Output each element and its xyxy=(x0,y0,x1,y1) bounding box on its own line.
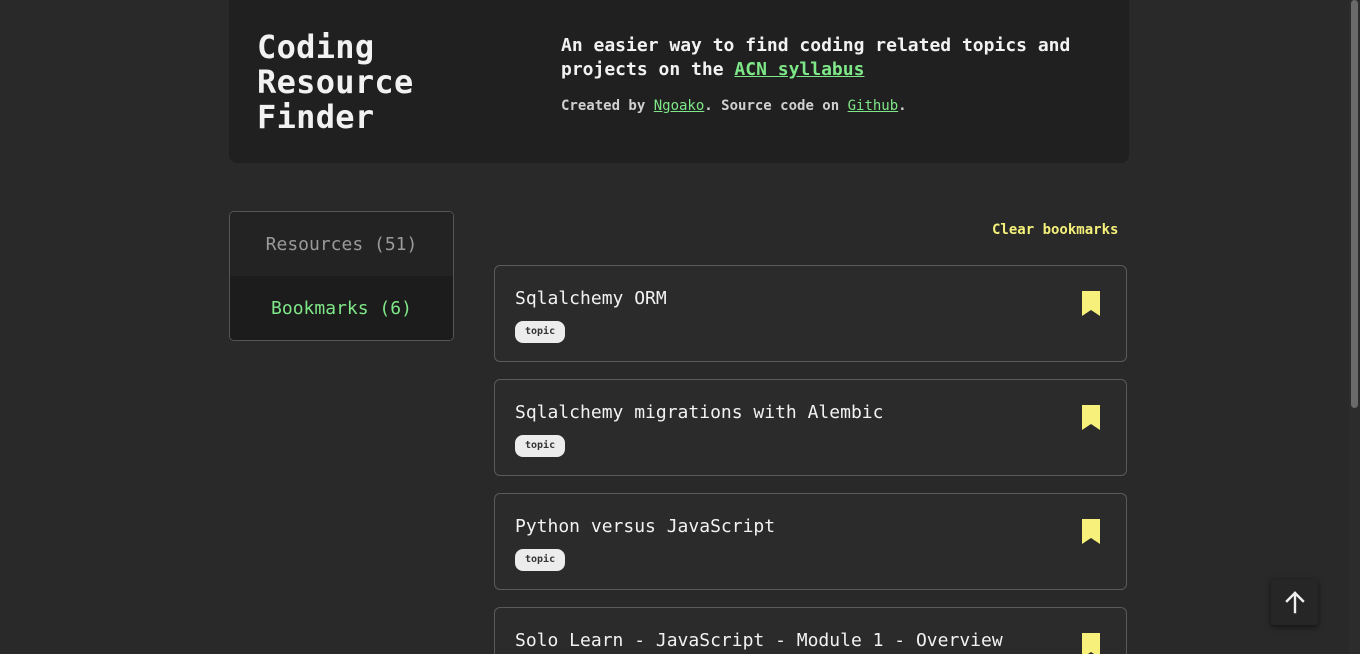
card-title: Solo Learn - JavaScript - Module 1 - Ove… xyxy=(515,630,1003,651)
acn-syllabus-link[interactable]: ACN syllabus xyxy=(734,59,864,80)
bookmark-icon[interactable] xyxy=(1080,632,1102,654)
tab-bookmarks[interactable]: Bookmarks (6) xyxy=(230,276,453,340)
resource-card[interactable]: Solo Learn - JavaScript - Module 1 - Ove… xyxy=(494,607,1127,654)
tag-badge: topic xyxy=(515,321,566,343)
scrollbar-thumb[interactable] xyxy=(1351,0,1358,408)
arrow-up-icon xyxy=(1284,591,1305,614)
site-title-line: Coding xyxy=(257,28,375,66)
card-title: Python versus JavaScript xyxy=(515,516,776,537)
tab-resources[interactable]: Resources (51) xyxy=(230,212,453,276)
site-title: Coding Resource Finder xyxy=(257,30,414,135)
scroll-to-top-button[interactable] xyxy=(1271,579,1318,625)
credits: Created by Ngoako. Source code on Github… xyxy=(561,97,907,115)
resource-card[interactable]: Sqlalchemy migrations with Alembic topic xyxy=(494,379,1127,476)
site-header: Coding Resource Finder An easier way to … xyxy=(229,0,1129,163)
site-title-line: Finder xyxy=(257,98,375,136)
credits-suffix: . xyxy=(898,98,907,114)
bookmark-icon[interactable] xyxy=(1080,290,1102,318)
page-scrollbar[interactable] xyxy=(1349,0,1360,654)
credits-prefix: Created by xyxy=(561,98,654,114)
tag-badge: topic xyxy=(515,435,566,457)
card-title: Sqlalchemy migrations with Alembic xyxy=(515,402,884,423)
view-tabs: Resources (51) Bookmarks (6) xyxy=(229,211,454,341)
tag-badge: topic xyxy=(515,549,566,571)
card-title: Sqlalchemy ORM xyxy=(515,288,667,309)
bookmark-icon[interactable] xyxy=(1080,518,1102,546)
clear-bookmarks-button[interactable]: Clear bookmarks xyxy=(992,222,1118,238)
author-link[interactable]: Ngoako xyxy=(654,98,705,114)
tagline: An easier way to find coding related top… xyxy=(561,34,1101,82)
resource-card[interactable]: Sqlalchemy ORM topic xyxy=(494,265,1127,362)
credits-middle: . Source code on xyxy=(704,98,848,114)
site-title-line: Resource xyxy=(257,63,414,101)
page: Coding Resource Finder An easier way to … xyxy=(0,0,1360,654)
bookmark-icon[interactable] xyxy=(1080,404,1102,432)
resource-card[interactable]: Python versus JavaScript topic xyxy=(494,493,1127,590)
github-link[interactable]: Github xyxy=(848,98,899,114)
